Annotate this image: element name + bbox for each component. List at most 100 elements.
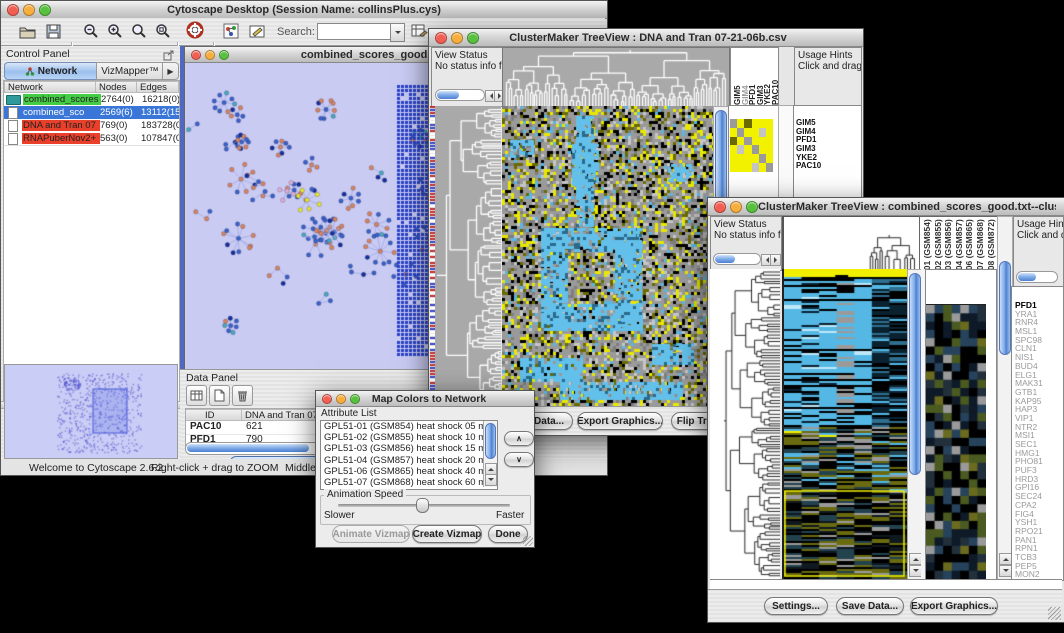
tv2-heatmap[interactable]	[782, 269, 907, 579]
attribute-list-item[interactable]: GPL51-03 (GSM856) heat shock 15 min	[321, 443, 497, 454]
gene-label[interactable]: YRA1	[1015, 310, 1061, 319]
save-icon[interactable]	[43, 21, 63, 41]
gene-label[interactable]: MSL1	[1015, 327, 1061, 336]
scroll-down-button[interactable]	[485, 474, 497, 486]
tv1-zoom-matrix[interactable]	[730, 119, 773, 172]
gene-label[interactable]: HRD3	[1015, 475, 1061, 484]
network-list-row[interactable]: RNAPuberNov2+563(0)107847(0)	[4, 132, 179, 146]
network-list-row[interactable]: combined_scores2764(0)16218(0)	[4, 93, 179, 107]
gene-label[interactable]: PAN1	[1015, 536, 1061, 545]
minimize-button[interactable]	[23, 4, 35, 16]
gene-label[interactable]: YSH1	[1015, 518, 1061, 527]
attribute-list-item[interactable]: GPL51-07 (GSM868) heat shock 60 min	[321, 477, 497, 488]
attribute-list-item[interactable]: GPL51-02 (GSM855) heat shock 10 min	[321, 432, 497, 443]
main-titlebar[interactable]: Cytoscape Desktop (Session Name: collins…	[1, 1, 607, 19]
tv1-column-label[interactable]: PFD1	[748, 51, 756, 105]
scrollbar-thumb[interactable]	[485, 423, 496, 459]
zoom-window-button[interactable]	[39, 4, 51, 16]
minimize-button[interactable]	[730, 201, 742, 213]
gene-label[interactable]: RPN1	[1015, 544, 1061, 553]
gene-label[interactable]: RNR4	[1015, 318, 1061, 327]
delete-attribute-icon[interactable]	[232, 385, 253, 406]
search-dropdown-button[interactable]	[390, 23, 405, 42]
gene-label[interactable]: PHO81	[1015, 457, 1061, 466]
export-graphics-button[interactable]: Export Graphics...	[910, 597, 998, 615]
column-header-network[interactable]: Network	[4, 81, 96, 93]
settings-button[interactable]: Settings...	[764, 597, 828, 615]
tv1-column-dendrogram[interactable]	[502, 47, 730, 107]
gene-label[interactable]: PUF3	[1015, 466, 1061, 475]
view-status-hscrollbar[interactable]	[713, 253, 761, 265]
gene-list[interactable]: PFD1YRA1RNR4MSL1SPC98CLN1NIS1BUD4ELG1MAK…	[1015, 301, 1061, 579]
zoom-window-button[interactable]	[467, 32, 479, 44]
view-status-hscrollbar[interactable]	[435, 89, 485, 101]
birdseye-view[interactable]	[4, 364, 178, 459]
help-lifering-icon[interactable]	[185, 20, 205, 40]
gene-label[interactable]: KAP95	[1015, 397, 1061, 406]
scrollbar-thumb[interactable]	[187, 444, 309, 452]
attribute-list[interactable]: GPL51-01 (GSM854) heat shock 05 minGPL51…	[321, 421, 497, 488]
tv2-row-dendrogram[interactable]	[710, 269, 780, 579]
tv1-heatmap[interactable]	[502, 106, 713, 406]
gene-label[interactable]: PFD1	[1015, 301, 1061, 310]
tv1-row-label[interactable]: PAC10	[796, 162, 859, 171]
gene-label[interactable]: PEP5	[1015, 562, 1061, 571]
done-button[interactable]: Done	[488, 525, 528, 543]
tab-network[interactable]: Network	[4, 62, 98, 80]
gene-label[interactable]: CPA2	[1015, 501, 1061, 510]
zoom-out-icon[interactable]	[81, 21, 101, 41]
gene-label[interactable]: CLN1	[1015, 344, 1061, 353]
attribute-list-vscrollbar[interactable]	[483, 421, 497, 487]
tv1-row-dendrogram[interactable]	[435, 106, 501, 406]
column-header-id[interactable]: ID	[186, 409, 242, 421]
zoom-selected-icon[interactable]	[129, 21, 149, 41]
import-network-icon[interactable]	[221, 21, 241, 41]
search-input[interactable]	[317, 23, 391, 40]
move-up-button[interactable]: ∧	[504, 431, 534, 446]
attribute-list-item[interactable]: GPL51-04 (GSM857) heat shock 20 min	[321, 455, 497, 466]
save-data-button[interactable]: Save Data...	[836, 597, 904, 615]
scrollbar-thumb[interactable]	[909, 273, 921, 475]
minimize-button[interactable]	[336, 394, 346, 404]
animate-vizmap-button[interactable]: Animate Vizmap	[332, 525, 410, 543]
gene-label[interactable]: HAP3	[1015, 405, 1061, 414]
gene-label[interactable]: MON2	[1015, 570, 1061, 579]
close-button[interactable]	[7, 4, 19, 16]
attribute-list-item[interactable]: GPL51-01 (GSM854) heat shock 05 min	[321, 421, 497, 432]
zoom-in-icon[interactable]	[105, 21, 125, 41]
gene-label[interactable]: TCB3	[1015, 553, 1061, 562]
close-button[interactable]	[714, 201, 726, 213]
open-folder-icon[interactable]	[17, 21, 37, 41]
close-button[interactable]	[322, 394, 332, 404]
resize-grip[interactable]	[1048, 607, 1061, 620]
zoom-window-button[interactable]	[746, 201, 758, 213]
export-graphics-button[interactable]: Export Graphics...	[577, 412, 663, 430]
move-down-button[interactable]: ∨	[504, 452, 534, 467]
gene-label[interactable]: ELG1	[1015, 371, 1061, 380]
new-attribute-icon[interactable]	[209, 385, 230, 406]
close-button[interactable]	[435, 32, 447, 44]
tv1-column-label[interactable]: YKE2	[763, 51, 771, 105]
gene-label[interactable]: SEC1	[1015, 440, 1061, 449]
gene-label[interactable]: FIG4	[1015, 510, 1061, 519]
tab-vizmapper[interactable]: VizMapper™	[96, 62, 164, 80]
attribute-table-icon[interactable]	[409, 21, 429, 41]
tv1-column-label[interactable]: PAC10	[771, 51, 779, 105]
gene-label[interactable]: MSI1	[1015, 431, 1061, 440]
tv1-column-label[interactable]: GIM5	[733, 51, 741, 105]
scroll-right-button[interactable]	[770, 254, 781, 266]
gene-label[interactable]: SPC98	[1015, 336, 1061, 345]
slider-thumb[interactable]	[416, 498, 429, 513]
scrollbar-thumb[interactable]	[999, 261, 1011, 355]
minimize-button[interactable]	[451, 32, 463, 44]
minimize-button[interactable]	[205, 50, 215, 60]
gene-label[interactable]: VIP1	[1015, 414, 1061, 423]
gene-label[interactable]: MAK31	[1015, 379, 1061, 388]
gene-label[interactable]: GTB1	[1015, 388, 1061, 397]
gene-label[interactable]: NIS1	[1015, 353, 1061, 362]
close-button[interactable]	[191, 50, 201, 60]
zoom-window-button[interactable]	[350, 394, 360, 404]
annotation-icon[interactable]	[247, 21, 267, 41]
gene-label[interactable]: SEC24	[1015, 492, 1061, 501]
create-vizmap-button[interactable]: Create Vizmap	[412, 525, 482, 543]
